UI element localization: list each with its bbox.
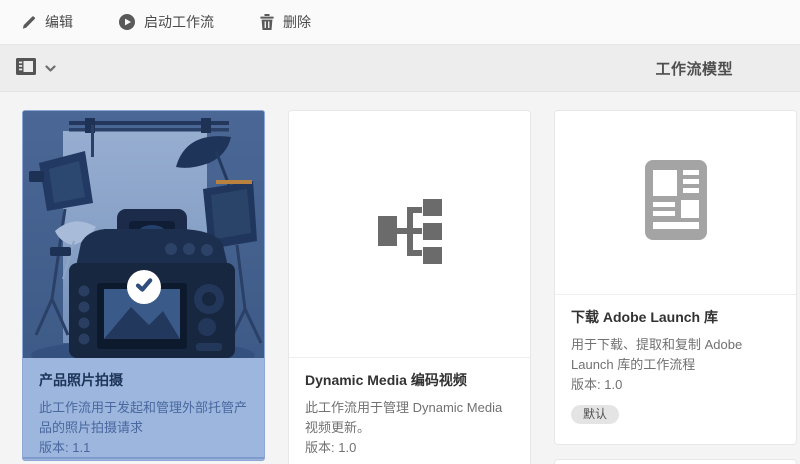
card-description: 用于下载、提取和复制 Adobe Launch 库的工作流程 [571,337,743,372]
card-info: Dynamic Media 编码视频 此工作流用于管理 Dynamic Medi… [289,358,530,464]
card-description: 此工作流用于管理 Dynamic Media 视频更新。 [305,400,503,435]
flowchart-icon [377,198,443,270]
card-thumbnail-photo-studio [23,111,264,358]
view-bar: 工作流模型 [0,45,800,92]
workflow-card-partial[interactable] [554,459,797,464]
edit-button[interactable]: 编辑 [21,12,73,32]
card-view-icon [16,58,36,78]
card-title: 产品照片拍摄 [39,372,123,388]
card-version: 版本: 1.1 [39,440,91,455]
card-version: 版本: 1.0 [571,377,623,392]
workflow-models-page: 编辑 启动工作流 删除 工作流模型 产品照片拍摄 此工作流用于发起和管理外部托管… [0,0,800,464]
view-switcher-button[interactable] [16,58,56,78]
edit-button-label: 编辑 [45,14,73,30]
check-icon [134,275,154,300]
page-title: 工作流模型 [655,60,733,78]
default-badge: 默认 [571,405,620,424]
selected-check-badge[interactable] [127,270,161,304]
start-workflow-button-label: 启动工作流 [144,14,214,30]
workflow-card-download-adobe-launch-library[interactable]: 下载 Adobe Launch 库 用于下载、提取和复制 Adobe Launc… [554,110,797,445]
play-circle-icon [119,14,135,30]
photo-studio-camera-image [23,111,264,358]
trash-icon [260,14,274,30]
card-thumbnail-document [555,111,796,295]
card-title: 下载 Adobe Launch 库 [571,309,718,325]
workflow-card-dynamic-media-encode-video[interactable]: Dynamic Media 编码视频 此工作流用于管理 Dynamic Medi… [288,110,531,464]
delete-button[interactable]: 删除 [260,12,311,32]
card-info: 下载 Adobe Launch 库 用于下载、提取和复制 Adobe Launc… [555,295,796,430]
card-info: 产品照片拍摄 此工作流用于发起和管理外部托管产品的照片拍摄请求 版本: 1.1 [23,358,264,459]
start-workflow-button[interactable]: 启动工作流 [119,12,214,32]
workflow-card-product-photo-shoot[interactable]: 产品照片拍摄 此工作流用于发起和管理外部托管产品的照片拍摄请求 版本: 1.1 [22,110,265,461]
action-toolbar: 编辑 启动工作流 删除 [0,0,800,45]
card-thumbnail-flowchart [289,111,530,358]
card-description: 此工作流用于发起和管理外部托管产品的照片拍摄请求 [39,400,248,435]
chevron-down-icon [45,61,56,76]
document-icon [644,160,707,245]
card-version: 版本: 1.0 [305,440,357,455]
card-title: Dynamic Media 编码视频 [305,372,467,388]
delete-button-label: 删除 [283,14,311,30]
pencil-icon [21,15,36,30]
